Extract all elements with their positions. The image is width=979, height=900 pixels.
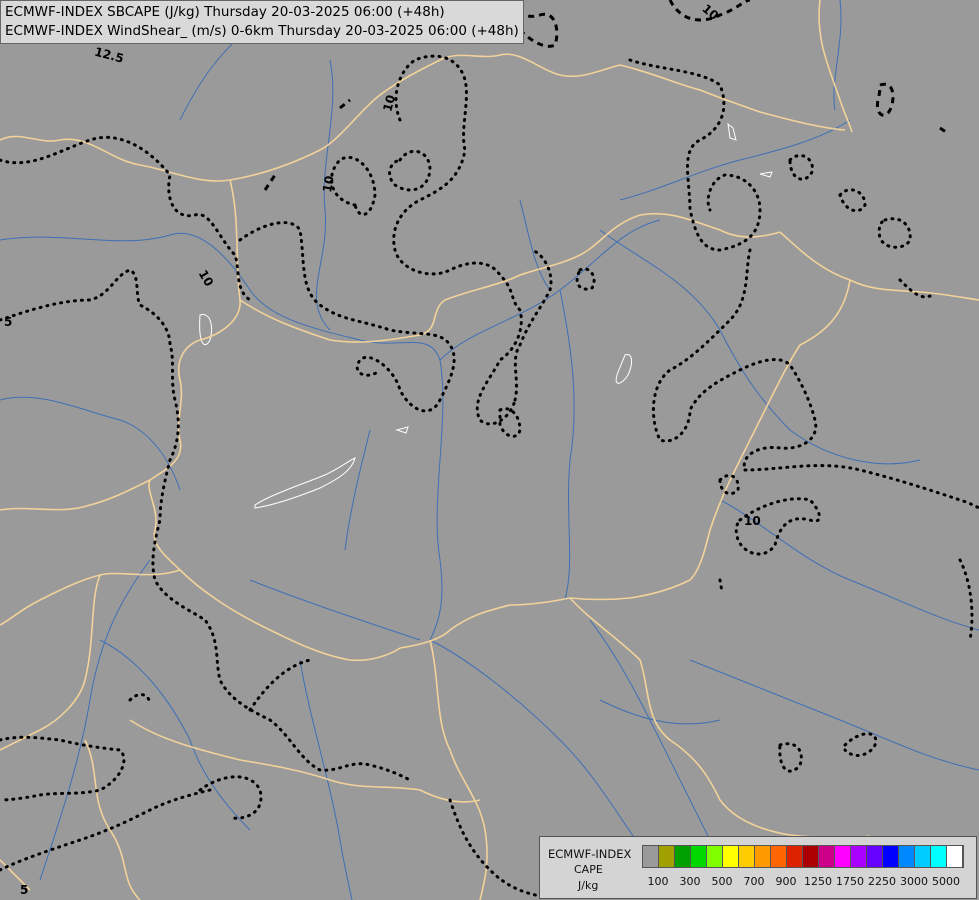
legend-tick-label: 3000 <box>900 875 928 888</box>
legend-swatch <box>675 846 691 867</box>
cape-legend: ECMWF-INDEX CAPE J/kg 100 300 500 700 900 125… <box>539 836 977 899</box>
legend-swatch <box>819 846 835 867</box>
legend-swatch <box>835 846 851 867</box>
legend-tick-label: 100 <box>647 875 669 888</box>
legend-color-scale <box>642 845 964 868</box>
legend-swatch <box>659 846 675 867</box>
legend-unit: J/kg <box>578 879 599 892</box>
contour-label: 5 <box>4 315 12 329</box>
legend-tick-label: 900 <box>775 875 797 888</box>
legend-swatch <box>691 846 707 867</box>
legend-tick-labels: 100 300 500 700 900 1250 1750 2250 3000 5000 <box>642 875 972 889</box>
legend-tick-label: 500 <box>711 875 733 888</box>
legend-model-name: ECMWF-INDEX <box>548 847 632 861</box>
legend-swatch <box>707 846 723 867</box>
legend-swatch <box>851 846 867 867</box>
map-title-box: ECMWF-INDEX SBCAPE (J/kg) Thursday 20-03… <box>0 0 524 44</box>
legend-swatch <box>931 846 947 867</box>
legend-variable: CAPE <box>574 863 603 876</box>
title-line-cape: ECMWF-INDEX SBCAPE (J/kg) Thursday 20-03… <box>5 4 445 20</box>
legend-tick-label: 1750 <box>836 875 864 888</box>
legend-swatch <box>643 846 659 867</box>
legend-swatch <box>947 846 963 867</box>
legend-tick-label: 1250 <box>804 875 832 888</box>
contour-label: 10 <box>320 175 337 194</box>
legend-swatch <box>867 846 883 867</box>
legend-swatch <box>787 846 803 867</box>
legend-tick-label: 700 <box>743 875 765 888</box>
legend-swatch <box>771 846 787 867</box>
title-line-windshear: ECMWF-INDEX WindShear_ (m/s) 0-6km Thurs… <box>5 23 519 39</box>
weather-map: 12.5 10 10 10 10 10 10 5 5 <box>0 0 979 900</box>
contour-label: 10 <box>744 514 761 528</box>
legend-swatch <box>915 846 931 867</box>
legend-swatch <box>803 846 819 867</box>
legend-tick-label: 2250 <box>868 875 896 888</box>
legend-swatch <box>883 846 899 867</box>
legend-swatch <box>755 846 771 867</box>
contour-label: 5 <box>20 883 28 897</box>
legend-swatch <box>723 846 739 867</box>
legend-swatch <box>899 846 915 867</box>
legend-swatch <box>739 846 755 867</box>
legend-tick-label: 5000 <box>932 875 960 888</box>
legend-tick-label: 300 <box>679 875 701 888</box>
